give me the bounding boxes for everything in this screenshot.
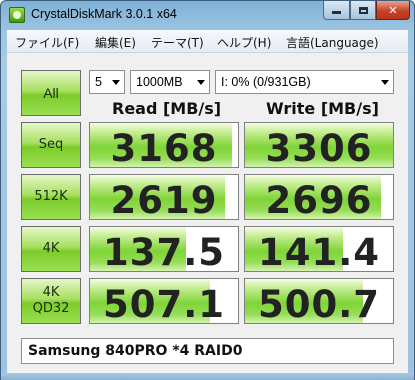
4k-qd32-write-value: 500.7 <box>257 283 381 324</box>
chevron-down-icon <box>112 80 120 85</box>
4k-qd32-button[interactable]: 4K QD32 <box>21 278 81 324</box>
512k-read-cell: 2619 <box>89 174 239 220</box>
chevron-down-icon <box>381 80 389 85</box>
window-bottom-edge <box>1 373 414 380</box>
window-frame: CrystalDiskMark 3.0.1 x64 ✕ ファイル(F) 編集(E… <box>0 0 415 380</box>
test-count-select[interactable]: 5 <box>89 70 125 94</box>
window-title: CrystalDiskMark 3.0.1 x64 <box>31 7 177 21</box>
close-button[interactable]: ✕ <box>376 1 410 20</box>
512k-read-value: 2619 <box>110 179 218 220</box>
menu-edit[interactable]: 編集(E) <box>95 34 136 51</box>
minimize-icon <box>332 11 341 14</box>
chevron-down-icon <box>197 80 205 85</box>
test-count-value: 5 <box>95 75 102 89</box>
row-sublabel: QD32 <box>32 301 70 316</box>
drive-value: I: 0% (0/931GB) <box>221 75 311 89</box>
menu-theme[interactable]: テーマ(T) <box>151 34 204 51</box>
seq-button[interactable]: Seq <box>21 122 81 168</box>
512k-write-value: 2696 <box>265 179 373 220</box>
row-label: 4K <box>42 241 60 256</box>
write-column-header: Write [MB/s] <box>266 99 379 118</box>
title-bar[interactable]: CrystalDiskMark 3.0.1 x64 ✕ <box>1 1 414 29</box>
4k-read-cell: 137.5 <box>89 226 239 272</box>
comment-text: Samsung 840PRO *4 RAID0 <box>28 343 243 359</box>
minimize-button[interactable] <box>323 1 350 20</box>
4k-qd32-write-cell: 500.7 <box>244 278 394 324</box>
seq-read-cell: 3168 <box>89 122 239 168</box>
menu-bar: ファイル(F) 編集(E) テーマ(T) ヘルプ(H) 言語(Language) <box>7 30 408 53</box>
drive-select[interactable]: I: 0% (0/931GB) <box>215 70 394 94</box>
app-icon <box>9 7 25 23</box>
all-button[interactable]: All <box>21 70 81 116</box>
test-size-value: 1000MB <box>136 75 183 89</box>
512k-button[interactable]: 512K <box>21 174 81 220</box>
row-label: Seq <box>38 137 64 152</box>
seq-write-value: 3306 <box>265 127 373 168</box>
4k-button[interactable]: 4K <box>21 226 81 272</box>
comment-field[interactable]: Samsung 840PRO *4 RAID0 <box>21 338 394 364</box>
seq-write-cell: 3306 <box>244 122 394 168</box>
512k-write-cell: 2696 <box>244 174 394 220</box>
maximize-button[interactable] <box>350 1 376 20</box>
row-label: 512K <box>34 189 68 204</box>
4k-write-cell: 141.4 <box>244 226 394 272</box>
menu-help[interactable]: ヘルプ(H) <box>217 34 271 51</box>
4k-qd32-read-value: 507.1 <box>102 283 226 324</box>
read-column-header: Read [MB/s] <box>112 99 222 118</box>
menu-file[interactable]: ファイル(F) <box>15 34 79 51</box>
4k-read-value: 137.5 <box>102 231 226 272</box>
row-label: 4K <box>42 285 60 300</box>
menu-language[interactable]: 言語(Language) <box>286 34 379 51</box>
4k-write-value: 141.4 <box>257 231 381 272</box>
seq-read-value: 3168 <box>110 127 218 168</box>
4k-qd32-read-cell: 507.1 <box>89 278 239 324</box>
test-size-select[interactable]: 1000MB <box>130 70 210 94</box>
maximize-icon <box>358 6 368 14</box>
close-icon: ✕ <box>388 3 398 17</box>
